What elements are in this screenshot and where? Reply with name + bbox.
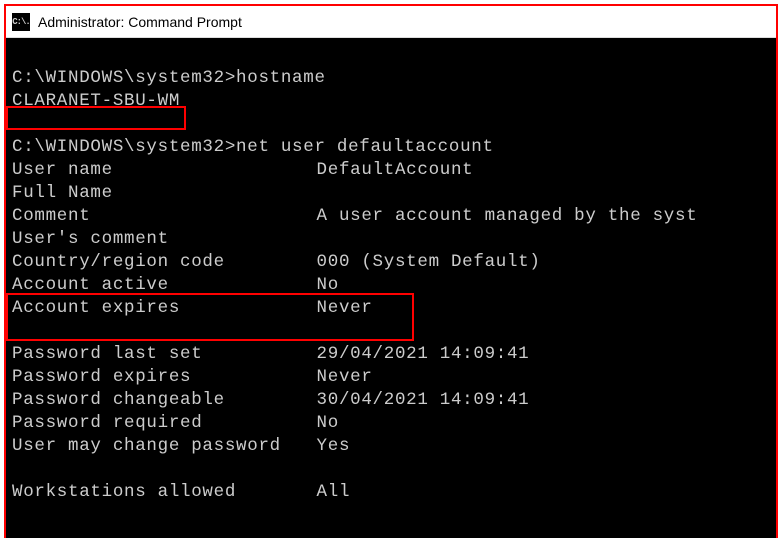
row-pwd-required: Password requiredNo [12, 413, 339, 433]
row-full-name: Full Name [12, 183, 317, 203]
row-country: Country/region code000 (System Default) [12, 252, 541, 272]
window-title: Administrator: Command Prompt [38, 14, 242, 30]
row-user-name: User nameDefaultAccount [12, 160, 473, 180]
terminal-viewport[interactable]: C:\WINDOWS\system32>hostname CLARANET-SB… [6, 38, 776, 538]
row-workstations: Workstations allowedAll [12, 482, 350, 502]
row-account-active: Account activeNo [12, 275, 339, 295]
row-user-may-change: User may change passwordYes [12, 436, 350, 456]
row-pwd-expires: Password expiresNever [12, 367, 373, 387]
row-comment: CommentA user account managed by the sys… [12, 206, 697, 226]
prompt-line-1: C:\WINDOWS\system32>hostname [12, 68, 326, 88]
title-bar: C:\. Administrator: Command Prompt [6, 6, 776, 38]
prompt-line-2: C:\WINDOWS\system32>net user defaultacco… [12, 137, 494, 157]
hostname-output: CLARANET-SBU-WM [12, 91, 180, 111]
row-account-expires: Account expiresNever [12, 298, 373, 318]
cmd-icon: C:\. [12, 13, 30, 31]
row-pwd-changeable: Password changeable30/04/2021 14:09:41 [12, 390, 529, 410]
row-pwd-last-set: Password last set29/04/2021 14:09:41 [12, 344, 529, 364]
row-users-comment: User's comment [12, 229, 317, 249]
